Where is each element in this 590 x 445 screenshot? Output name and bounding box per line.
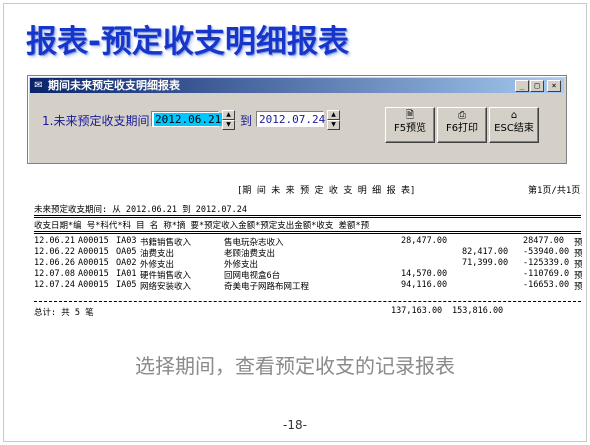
report-page: 第1页/共1页 — [528, 186, 581, 196]
print-button-label: F6打印 — [445, 123, 479, 134]
spin-up-icon[interactable]: ▲ — [327, 110, 340, 120]
row-flag: 预 — [574, 282, 583, 292]
spin-down-icon[interactable]: ▼ — [327, 120, 340, 130]
row-code: IA03 — [116, 236, 137, 246]
exit-icon: ⌂ — [510, 110, 518, 121]
row-income: 14,570.00 — [401, 269, 448, 279]
row-expense: 82,417.00 — [462, 247, 509, 257]
row-diff: -110769.0 — [523, 269, 570, 279]
total-separator — [34, 301, 581, 302]
row-date: 12.06.22 — [34, 247, 75, 257]
spin-up-icon[interactable]: ▲ — [222, 110, 235, 120]
row-number: A00015 — [78, 258, 109, 268]
row-number: A00015 — [78, 280, 109, 290]
row-date: 12.06.26 — [34, 258, 75, 268]
total-label: 总计: 共 5 笔 — [34, 308, 94, 318]
maximize-button[interactable]: □ — [530, 80, 544, 92]
row-code: OA02 — [116, 258, 137, 268]
row-code: IA05 — [116, 280, 137, 290]
period-label: 1.未来预定收支期间: — [42, 114, 154, 128]
row-number: A00015 — [78, 269, 109, 279]
total-row: 总计: 共 5 笔 137,163.00 153,816.00 — [34, 306, 584, 318]
table-row: 12.06.21 A00015 IA03 书籍销售收入 售电玩杂志收入 28,477.00… — [34, 236, 584, 248]
start-date-spinner[interactable]: ▲ ▼ — [222, 110, 235, 130]
row-income: 94,116.00 — [401, 280, 448, 290]
row-date: 12.07.08 — [34, 269, 75, 279]
row-date: 12.07.24 — [34, 280, 75, 290]
table-row: 12.07.24 A00015 IA05 网络安装收入 奇美电子网路布网工程 94,116… — [34, 280, 584, 292]
preview-button-label: F5预览 — [393, 123, 427, 134]
slide-caption: 选择期间，查看预定收支的记录报表 — [135, 354, 455, 378]
print-button[interactable]: ⎙ F6打印 — [437, 107, 487, 143]
total-income: 137,163.00 — [391, 306, 443, 316]
end-date-value: 2012.07.24 — [259, 113, 326, 126]
slide-page-number: -18- — [283, 418, 307, 432]
row-number: A00015 — [78, 236, 109, 246]
report-dialog-window: ✉ 期间未来预定收支明细报表 _ □ × 1.未来预定收支期间: 2012.06… — [27, 75, 567, 164]
to-label: 到 — [240, 114, 253, 128]
close-button[interactable]: × — [547, 80, 561, 92]
document-preview-icon: 🗎 — [405, 110, 415, 121]
row-subject: 网络安装收入 — [140, 282, 192, 292]
start-date-field[interactable]: 2012.06.21 — [151, 111, 223, 127]
window-title: 期间未来预定收支明细报表 — [48, 79, 180, 92]
table-row: 12.06.26 A00015 OA02 外修支出 外修支出 71,399.00 -1253… — [34, 258, 584, 270]
report-period-line: 未来预定收支期间: 从 2012.06.21 到 2012.07.24 — [34, 205, 247, 215]
row-date: 12.06.21 — [34, 236, 75, 246]
header-rule-top — [34, 215, 581, 218]
row-diff: -125339.0 — [523, 258, 570, 268]
row-diff: -53940.00 — [523, 247, 570, 257]
row-diff: -16653.00 — [523, 280, 570, 290]
exit-button-label: ESC结束 — [494, 123, 534, 134]
end-date-spinner[interactable]: ▲ ▼ — [327, 110, 340, 130]
row-code: OA05 — [116, 247, 137, 257]
slide-title: 报表-预定收支明细报表 — [26, 24, 349, 60]
app-icon: ✉ — [34, 80, 43, 91]
printer-icon: ⎙ — [458, 110, 466, 121]
report-title: [期 间 未 来 预 定 收 支 明 细 报 表] — [237, 186, 416, 196]
preview-button[interactable]: 🗎 F5预览 — [385, 107, 435, 143]
row-code: IA01 — [116, 269, 137, 279]
exit-button[interactable]: ⌂ ESC结束 — [489, 107, 539, 143]
row-memo: 奇美电子网路布网工程 — [224, 282, 310, 292]
header-rule-bottom — [34, 231, 581, 234]
row-diff: 28477.00 — [523, 236, 564, 246]
window-titlebar[interactable]: ✉ 期间未来预定收支明细报表 _ □ × — [30, 78, 564, 93]
report-table-header: 收支日期*编 号*科代*科 目 名 称*摘 要*预定收入金额*预定支出金额*收支… — [34, 221, 370, 231]
spin-down-icon[interactable]: ▼ — [222, 120, 235, 130]
row-number: A00015 — [78, 247, 109, 257]
total-expense: 153,816.00 — [452, 306, 504, 316]
end-date-field[interactable]: 2012.07.24 — [256, 111, 326, 127]
table-row: 12.06.22 A00015 OA05 油费支出 老顾油费支出 82,417.00 -53… — [34, 247, 584, 259]
table-row: 12.07.08 A00015 IA01 硬件销售收入 回网电视盒6台 14,570.00… — [34, 269, 584, 281]
minimize-button[interactable]: _ — [515, 80, 529, 92]
row-income: 28,477.00 — [401, 236, 448, 246]
start-date-value: 2012.06.21 — [154, 113, 223, 126]
row-expense: 71,399.00 — [462, 258, 509, 268]
